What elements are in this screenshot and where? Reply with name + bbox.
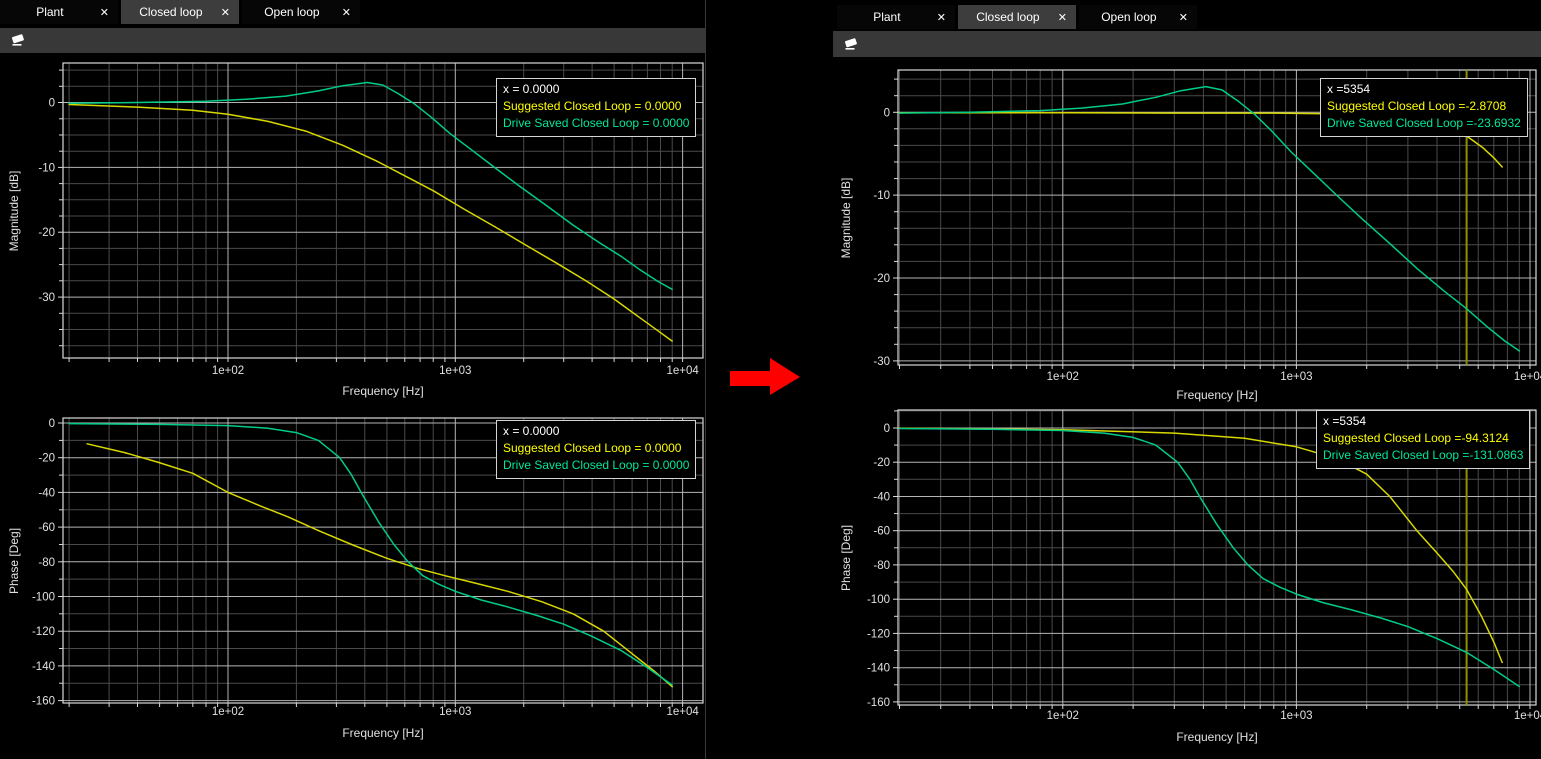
svg-text:1e+02: 1e+02 xyxy=(212,706,244,718)
svg-text:-140: -140 xyxy=(32,661,55,673)
svg-text:-80: -80 xyxy=(873,560,890,572)
svg-text:-160: -160 xyxy=(867,697,890,709)
svg-text:Phase [Deg]: Phase [Deg] xyxy=(7,528,21,594)
svg-text:-60: -60 xyxy=(873,526,890,538)
tab-label: Closed loop xyxy=(958,10,1058,24)
svg-text:-160: -160 xyxy=(32,696,55,708)
toolbar xyxy=(0,28,705,53)
svg-text:-120: -120 xyxy=(867,628,890,640)
svg-text:-80: -80 xyxy=(38,557,55,569)
tab-bar: Plant ✕ Closed loop ✕ Open loop ✕ xyxy=(0,0,705,24)
svg-text:-120: -120 xyxy=(32,626,55,638)
svg-text:1e+04: 1e+04 xyxy=(1514,710,1541,722)
svg-text:0: 0 xyxy=(884,423,890,435)
legend-x-value: x = 0.0000 xyxy=(503,423,689,440)
tab-label: Closed loop xyxy=(121,5,221,19)
bode-panel-before: Plant ✕ Closed loop ✕ Open loop ✕ 0-10-2… xyxy=(0,0,706,759)
eraser-icon xyxy=(10,31,26,50)
legend-drive-saved-value: Drive Saved Closed Loop =-23.6932 xyxy=(1327,115,1521,132)
tab-label: Plant xyxy=(837,10,937,24)
svg-text:-60: -60 xyxy=(38,522,55,534)
svg-text:-140: -140 xyxy=(867,663,890,675)
svg-text:1e+04: 1e+04 xyxy=(666,706,699,718)
legend-suggested-value: Suggested Closed Loop = 0.0000 xyxy=(503,440,689,457)
svg-text:1e+02: 1e+02 xyxy=(1047,710,1079,722)
bode-panel-after: Plant ✕ Closed loop ✕ Open loop ✕ 0-10-2… xyxy=(833,0,1541,759)
tab-label: Plant xyxy=(0,5,100,19)
cursor-readout-legend: x =5354 Suggested Closed Loop =-94.3124 … xyxy=(1316,410,1530,469)
close-icon[interactable]: ✕ xyxy=(1058,11,1076,24)
legend-x-value: x = 0.0000 xyxy=(503,81,689,98)
close-icon[interactable]: ✕ xyxy=(342,6,360,19)
cursor-readout-legend: x =5354 Suggested Closed Loop =-2.8708 D… xyxy=(1320,78,1528,137)
close-icon[interactable]: ✕ xyxy=(1179,11,1197,24)
cursor-readout-legend: x = 0.0000 Suggested Closed Loop = 0.000… xyxy=(496,420,696,479)
tab-closed-loop[interactable]: Closed loop ✕ xyxy=(121,0,239,24)
svg-text:1e+03: 1e+03 xyxy=(1280,710,1312,722)
tab-label: Open loop xyxy=(242,5,342,19)
close-icon[interactable]: ✕ xyxy=(100,6,118,19)
eraser-tool-button[interactable] xyxy=(10,31,26,50)
tab-bar: Plant ✕ Closed loop ✕ Open loop ✕ xyxy=(833,5,1541,29)
legend-suggested-value: Suggested Closed Loop = 0.0000 xyxy=(503,98,689,115)
close-icon[interactable]: ✕ xyxy=(937,11,955,24)
tab-closed-loop[interactable]: Closed loop ✕ xyxy=(958,5,1076,29)
tab-plant[interactable]: Plant ✕ xyxy=(0,0,118,24)
legend-x-value: x =5354 xyxy=(1327,81,1521,98)
legend-suggested-value: Suggested Closed Loop =-94.3124 xyxy=(1323,430,1523,447)
cursor-readout-legend: x = 0.0000 Suggested Closed Loop = 0.000… xyxy=(496,78,696,137)
svg-text:Frequency [Hz]: Frequency [Hz] xyxy=(1176,730,1257,744)
svg-text:Frequency [Hz]: Frequency [Hz] xyxy=(342,726,423,740)
svg-text:-100: -100 xyxy=(32,592,55,604)
svg-text:-100: -100 xyxy=(867,594,890,606)
svg-text:-40: -40 xyxy=(873,492,890,504)
legend-drive-saved-value: Drive Saved Closed Loop =-131.0863 xyxy=(1323,447,1523,464)
eraser-icon xyxy=(843,35,859,54)
eraser-tool-button[interactable] xyxy=(843,35,859,54)
toolbar xyxy=(833,31,1541,57)
tab-open-loop[interactable]: Open loop ✕ xyxy=(1079,5,1197,29)
tab-label: Open loop xyxy=(1079,10,1179,24)
legend-suggested-value: Suggested Closed Loop =-2.8708 xyxy=(1327,98,1521,115)
tab-plant[interactable]: Plant ✕ xyxy=(837,5,955,29)
svg-text:Phase [Deg]: Phase [Deg] xyxy=(839,525,853,591)
legend-drive-saved-value: Drive Saved Closed Loop = 0.0000 xyxy=(503,115,689,132)
legend-drive-saved-value: Drive Saved Closed Loop = 0.0000 xyxy=(503,457,689,474)
svg-text:-20: -20 xyxy=(38,453,55,465)
svg-text:0: 0 xyxy=(49,418,55,430)
svg-text:1e+03: 1e+03 xyxy=(439,706,471,718)
svg-text:-40: -40 xyxy=(38,487,55,499)
svg-text:-20: -20 xyxy=(873,457,890,469)
transition-arrow-icon xyxy=(708,352,828,412)
legend-x-value: x =5354 xyxy=(1323,413,1523,430)
tab-open-loop[interactable]: Open loop ✕ xyxy=(242,0,360,24)
close-icon[interactable]: ✕ xyxy=(221,6,239,19)
